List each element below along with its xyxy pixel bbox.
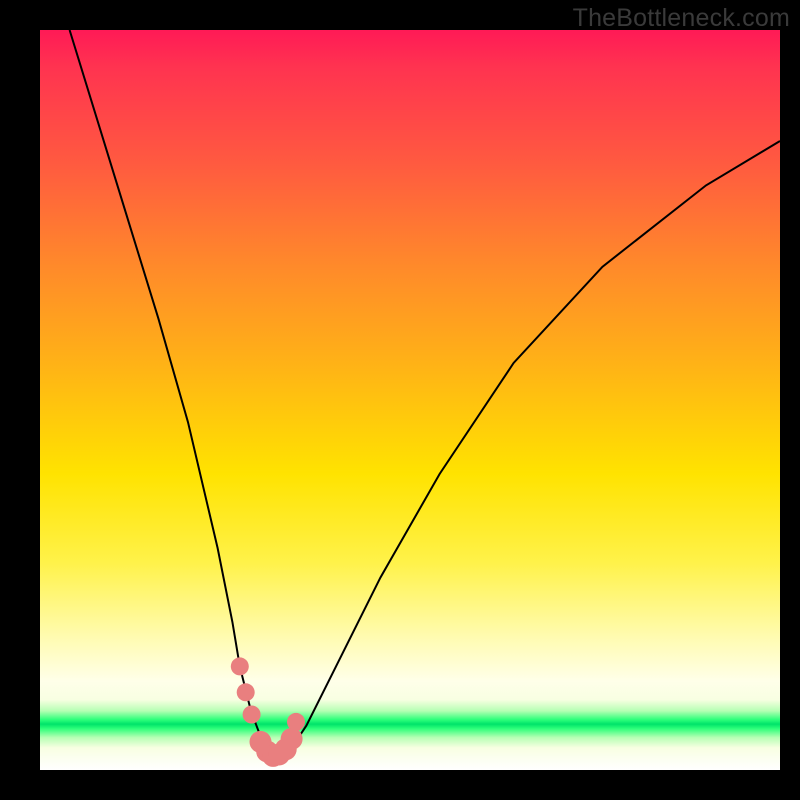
chart-frame: TheBottleneck.com [0, 0, 800, 800]
highlight-dot [237, 683, 255, 701]
highlight-dot [231, 657, 249, 675]
marker-group [231, 657, 305, 767]
bottleneck-curve [70, 30, 780, 757]
highlight-dot [287, 713, 305, 731]
watermark-text: TheBottleneck.com [573, 4, 790, 33]
chart-overlay [40, 30, 780, 770]
highlight-dot [243, 706, 261, 724]
highlight-dot [281, 728, 303, 750]
